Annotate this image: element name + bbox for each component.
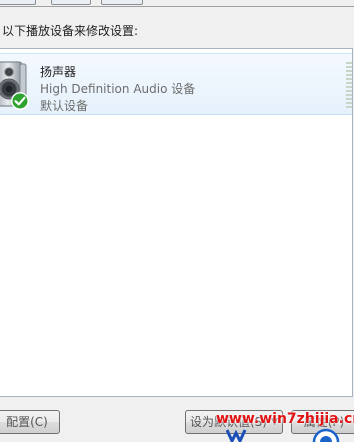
level-bar [346,98,352,100]
tab-sounds[interactable]: 声音 [51,0,91,5]
level-bar [346,78,352,80]
volume-level-meter [346,62,352,110]
device-description: High Definition Audio 设备 [40,82,196,96]
level-bar [346,82,352,84]
level-bar [346,62,352,64]
tab-communications[interactable]: 通信 [101,0,143,5]
device-name: 扬声器 [40,65,77,79]
level-bar [346,106,352,108]
watermark-text: www.win7zhijia.cn [216,411,354,427]
level-bar [346,94,352,96]
level-bar [346,90,352,92]
device-status: 默认设备 [40,99,89,113]
level-bar [346,66,352,68]
level-bar [346,86,352,88]
tab-divider [0,6,354,7]
watermark-w-logo [226,429,247,442]
watermark-globe-icon [312,428,340,442]
level-bar [346,70,352,72]
tab-recording[interactable]: 录制 [0,0,36,5]
device-list[interactable]: 扬声器 High Definition Audio 设备 默认设备 [0,48,353,397]
default-check-icon [11,92,29,110]
level-bar [346,102,352,104]
device-item-speaker[interactable]: 扬声器 High Definition Audio 设备 默认设备 [0,53,352,115]
level-bar [346,74,352,76]
configure-button[interactable]: 配置(C) [0,410,60,434]
instruction-text: 以下播放设备来修改设置: [2,24,139,38]
